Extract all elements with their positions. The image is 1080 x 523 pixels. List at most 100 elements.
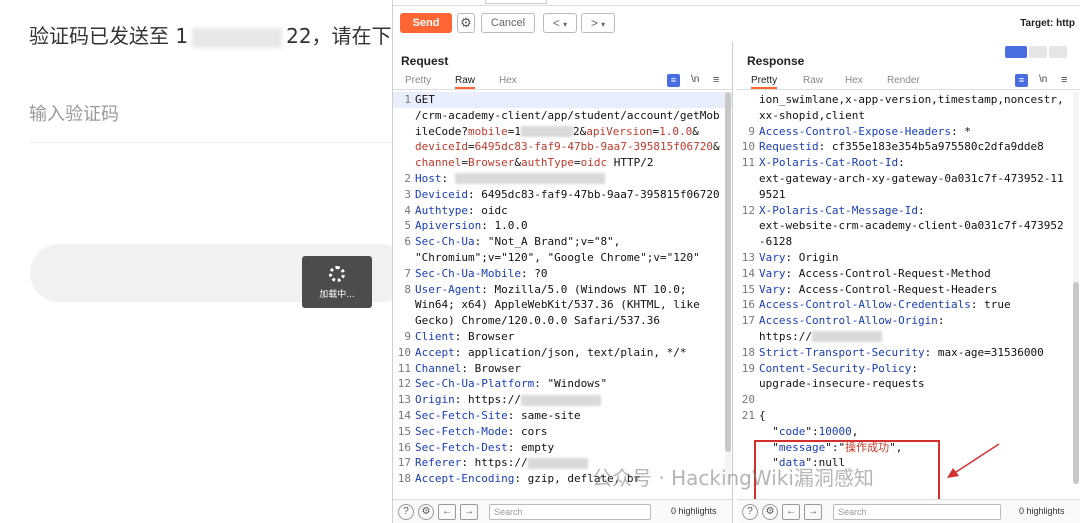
response-scrollbar[interactable] — [1073, 92, 1079, 484]
code-line[interactable]: 12 Sec-Ch-Ua-Platform: "Windows" — [393, 376, 732, 392]
line-number: 13 — [741, 250, 755, 264]
tab-pretty[interactable]: Pretty — [751, 75, 778, 89]
tab-hex[interactable]: Hex — [845, 75, 863, 86]
response-scroll-thumb[interactable] — [1073, 282, 1079, 484]
code-line[interactable]: 8 User-Agent: Mozilla/5.0 (Windows NT 10.… — [393, 282, 732, 298]
code-line[interactable]: 15 Vary: Access-Control-Request-Headers — [737, 282, 1080, 298]
request-search-input[interactable]: Search — [489, 504, 651, 520]
repeater-tab-strip — [393, 0, 1080, 6]
code-line[interactable]: 20 — [737, 392, 1080, 408]
code-line[interactable]: ileCode?mobile=1 2&apiVersion=1.0.0& — [393, 124, 732, 140]
code-line[interactable]: 9521 — [737, 187, 1080, 203]
horizontal-layout-icon[interactable] — [1029, 46, 1047, 58]
code-line[interactable]: 14 Vary: Access-Control-Request-Method — [737, 266, 1080, 282]
verification-code-input[interactable]: 输入验证码 — [29, 100, 119, 126]
active-repeater-tab[interactable] — [485, 0, 547, 4]
code-line[interactable]: 7 Sec-Ch-Ua-Mobile: ?0 — [393, 266, 732, 282]
forward-button[interactable]: > ▾ — [581, 13, 615, 33]
gear-icon[interactable]: ⚙ — [762, 504, 778, 520]
line-number: 14 — [741, 266, 755, 280]
wrap-icon[interactable]: ≡ — [1015, 74, 1028, 87]
target-label[interactable]: Target: http — [1020, 18, 1075, 29]
prev-arrow-icon[interactable]: ← — [782, 504, 800, 520]
code-line[interactable]: Win64; x64) AppleWebKit/537.36 (KHTML, l… — [393, 297, 732, 313]
menu-icon[interactable]: ≡ — [1061, 74, 1067, 86]
code-line[interactable]: 19 Content-Security-Policy: — [737, 361, 1080, 377]
tab-pretty[interactable]: Pretty — [405, 75, 431, 86]
response-search-input[interactable]: Search — [833, 504, 1001, 520]
code-line[interactable]: ion_swimlane,x-app-version,timestamp,non… — [737, 92, 1080, 108]
cancel-button[interactable]: Cancel — [481, 13, 535, 33]
prev-arrow-icon[interactable]: ← — [438, 504, 456, 520]
line-text: ion_swimlane,x-app-version,timestamp,non… — [759, 93, 1064, 106]
code-line[interactable]: 10 Requestid: cf355e183e354b5a975580c2dfa… — [737, 139, 1080, 155]
code-line[interactable]: deviceId=6495dc83-faf9-47bb-9aa7-395815f… — [393, 139, 732, 155]
gear-icon[interactable]: ⚙ — [457, 13, 475, 33]
wrap-icon[interactable]: ≡ — [667, 74, 680, 87]
code-line[interactable]: 21 { — [737, 408, 1080, 424]
code-line[interactable]: 18 Strict-Transport-Security: max-age=315… — [737, 345, 1080, 361]
code-line[interactable]: "Chromium";v="120", "Google Chrome";v="1… — [393, 250, 732, 266]
code-line[interactable]: ext-gateway-arch-xy-gateway-0a031c7f-473… — [737, 171, 1080, 187]
line-number — [393, 297, 413, 313]
request-scroll-thumb[interactable] — [725, 92, 731, 452]
code-line[interactable]: channel=Browser&authType=oidc HTTP/2 — [393, 155, 732, 171]
help-icon[interactable]: ? — [742, 504, 758, 520]
gear-icon[interactable]: ⚙ — [418, 504, 434, 520]
code-line[interactable]: Gecko) Chrome/120.0.0.0 Safari/537.36 — [393, 313, 732, 329]
code-line[interactable]: upgrade-insecure-requests — [737, 376, 1080, 392]
tab-hex[interactable]: Hex — [499, 75, 517, 86]
code-line[interactable]: "code":10000, — [737, 424, 1080, 440]
code-line[interactable]: 17 Access-Control-Allow-Origin: — [737, 313, 1080, 329]
code-line[interactable]: -6128 — [737, 234, 1080, 250]
code-line[interactable]: xx-shopid,client — [737, 108, 1080, 124]
code-line[interactable]: 11 Channel: Browser — [393, 361, 732, 377]
request-scrollbar[interactable] — [725, 92, 731, 484]
newline-icon[interactable]: \n — [691, 74, 699, 85]
request-editor[interactable]: 1 GET/crm-academy-client/app/student/acco… — [393, 92, 732, 484]
line-number: 15 — [397, 424, 411, 438]
code-line[interactable]: 13 Vary: Origin — [737, 250, 1080, 266]
send-button[interactable]: Send — [400, 13, 452, 33]
code-line[interactable]: /crm-academy-client/app/student/account/… — [393, 108, 732, 124]
line-number: 17 — [397, 456, 411, 470]
code-line[interactable]: 12 X-Polaris-Cat-Message-Id: — [737, 203, 1080, 219]
code-line[interactable]: 15 Sec-Fetch-Mode: cors — [393, 424, 732, 440]
code-line[interactable]: 2 Host: — [393, 171, 732, 187]
line-text: Sec-Ch-Ua-Platform: "Windows" — [415, 377, 608, 391]
help-icon[interactable]: ? — [398, 504, 414, 520]
code-line[interactable]: https:// — [737, 329, 1080, 345]
newline-icon[interactable]: \n — [1039, 74, 1047, 85]
code-line[interactable]: 4 Authtype: oidc — [393, 203, 732, 219]
menu-icon[interactable]: ≡ — [713, 74, 719, 86]
split-layout-icon[interactable] — [1005, 46, 1027, 58]
line-text: ileCode?mobile=1 2&apiVersion=1.0.0& — [415, 124, 699, 138]
code-line[interactable]: 16 Sec-Fetch-Dest: empty — [393, 440, 732, 456]
line-number: 19 — [741, 361, 755, 375]
code-line[interactable]: 3 Deviceid: 6495dc83-faf9-47bb-9aa7-39581… — [393, 187, 732, 203]
code-line[interactable]: 6 Sec-Ch-Ua: "Not_A Brand";v="8", — [393, 234, 732, 250]
code-line[interactable]: 14 Sec-Fetch-Site: same-site — [393, 408, 732, 424]
tab-raw[interactable]: Raw — [455, 75, 476, 89]
tab-render[interactable]: Render — [887, 75, 920, 86]
line-text: Deviceid: 6495dc83-faf9-47bb-9aa7-395815… — [415, 187, 720, 201]
back-button[interactable]: < ▾ — [543, 13, 577, 33]
line-text: ext-website-crm-academy-client-0a031c7f-… — [759, 219, 1064, 233]
request-tabs: Pretty Raw Hex ≡ \n ≡ — [393, 74, 732, 90]
code-line[interactable]: 10 Accept: application/json, text/plain, … — [393, 345, 732, 361]
line-text: Sec-Fetch-Mode: cors — [415, 424, 548, 438]
code-line[interactable]: 16 Access-Control-Allow-Credentials: true — [737, 297, 1080, 313]
code-line[interactable]: 11 X-Polaris-Cat-Root-Id: — [737, 155, 1080, 171]
next-arrow-icon[interactable]: → — [804, 504, 822, 520]
tabbed-layout-icon[interactable] — [1049, 46, 1067, 58]
next-arrow-icon[interactable]: → — [460, 504, 478, 520]
response-editor[interactable]: ion_swimlane,x-app-version,timestamp,non… — [737, 92, 1080, 484]
code-line[interactable]: ext-website-crm-academy-client-0a031c7f-… — [737, 218, 1080, 234]
code-line[interactable]: 1 GET — [393, 92, 732, 108]
code-line[interactable]: 5 Apiversion: 1.0.0 — [393, 218, 732, 234]
tab-raw[interactable]: Raw — [803, 75, 823, 86]
code-line[interactable]: 13 Origin: https:// — [393, 392, 732, 408]
line-number: 10 — [741, 140, 755, 154]
code-line[interactable]: 9 Access-Control-Expose-Headers: * — [737, 124, 1080, 140]
code-line[interactable]: 9 Client: Browser — [393, 329, 732, 345]
